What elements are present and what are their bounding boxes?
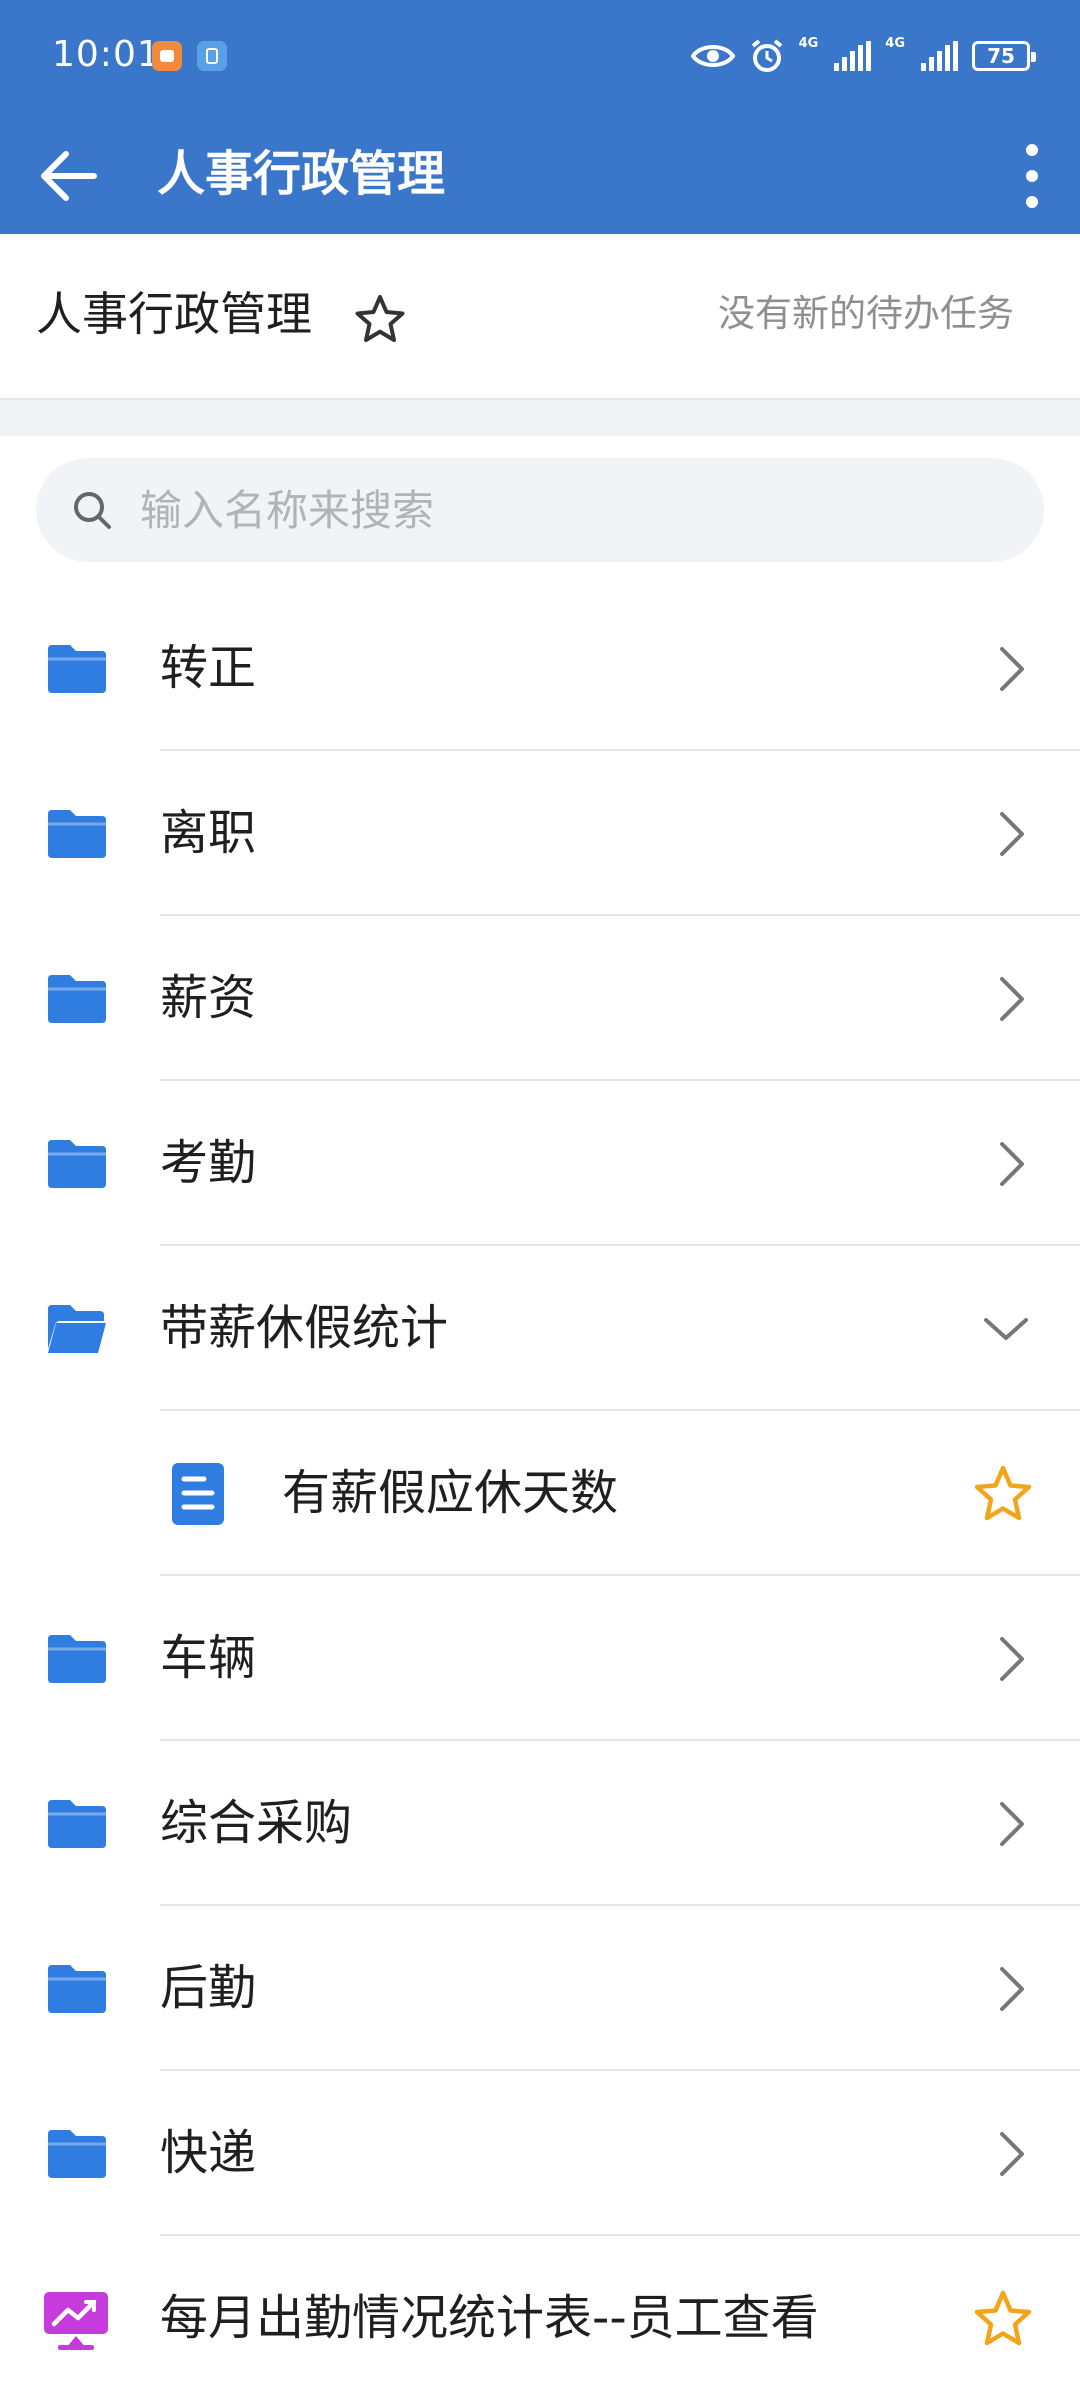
chevron-down-icon	[984, 1318, 1028, 1340]
category-list: 转正 离职 薪资 考勤 带薪休假统计 有薪假应休天数 车辆 综合采购 后勤 快递…	[0, 586, 1080, 2401]
page-title: 人事行政管理	[157, 146, 446, 202]
alarm-icon	[751, 39, 782, 72]
chevron-right-icon	[1000, 977, 1024, 1021]
list-item-label: 综合采购	[160, 1795, 353, 1851]
list-item-label: 带薪休假统计	[160, 1300, 449, 1356]
battery-icon: 75	[972, 41, 1036, 71]
section-title: 人事行政管理	[36, 287, 312, 341]
list-item-lizhi[interactable]: 离职	[0, 751, 1080, 916]
more-vertical-icon[interactable]	[1002, 136, 1062, 216]
star-icon[interactable]	[972, 1463, 1034, 1525]
app-bar: 人事行政管理	[0, 118, 1080, 234]
list-item-label: 快递	[160, 2125, 257, 2181]
folder-icon	[48, 2130, 106, 2178]
signal-icon	[834, 41, 872, 71]
section-header: 人事行政管理 没有新的待办任务	[0, 234, 1080, 400]
list-item-label: 薪资	[160, 970, 257, 1026]
chevron-right-icon	[1000, 2132, 1024, 2176]
chevron-right-icon	[1000, 1142, 1024, 1186]
app-badge-icon	[197, 41, 227, 71]
header-bar: 10:01 4G 4G 75 人事行政管理	[0, 0, 1080, 234]
list-item-label: 考勤	[160, 1135, 257, 1191]
folder-open-icon	[48, 1305, 106, 1353]
search-bar	[36, 458, 1044, 562]
list-item-label: 转正	[160, 640, 257, 696]
list-item-procurement[interactable]: 综合采购	[0, 1741, 1080, 1906]
chevron-right-icon	[1000, 1637, 1024, 1681]
list-item-logistics[interactable]: 后勤	[0, 1906, 1080, 2071]
list-item-paid-leave-days[interactable]: 有薪假应休天数	[0, 1411, 1080, 1576]
star-icon[interactable]	[972, 2288, 1034, 2350]
network-type-1: 4G	[798, 36, 819, 51]
folder-icon	[48, 1140, 106, 1188]
status-indicators: 4G 4G 75	[690, 36, 1036, 76]
eye-icon	[690, 45, 735, 67]
list-item-label: 后勤	[160, 1960, 257, 2016]
star-outline-icon[interactable]	[352, 292, 408, 348]
chevron-right-icon	[1000, 1967, 1024, 2011]
status-bar: 10:01 4G 4G 75	[0, 0, 1080, 118]
list-item-xinzi[interactable]: 薪资	[0, 916, 1080, 1081]
list-item-express[interactable]: 快递	[0, 2071, 1080, 2236]
chevron-right-icon	[1000, 812, 1024, 856]
folder-icon	[48, 1635, 106, 1683]
report-chart-icon	[44, 2292, 108, 2350]
folder-icon	[48, 975, 106, 1023]
status-time: 10:01	[52, 34, 161, 75]
chevron-right-icon	[1000, 647, 1024, 691]
pending-tasks-text[interactable]: 没有新的待办任务	[718, 288, 1014, 340]
search-input[interactable]	[140, 458, 1000, 562]
document-icon	[172, 1463, 224, 1525]
folder-icon	[48, 810, 106, 858]
network-type-2: 4G	[885, 36, 905, 51]
section-divider	[0, 400, 1080, 436]
list-item-cheliang[interactable]: 车辆	[0, 1576, 1080, 1741]
list-item-label: 离职	[160, 805, 257, 861]
chevron-right-icon	[1000, 1802, 1024, 1846]
list-item-paid-leave-stats[interactable]: 带薪休假统计	[0, 1246, 1080, 1411]
arrow-left-icon[interactable]	[34, 142, 102, 210]
list-item-label: 有薪假应休天数	[282, 1465, 619, 1521]
app-notification-icon	[152, 41, 182, 71]
list-item-monthly-attendance-report[interactable]: 每月出勤情况统计表--员工查看	[0, 2236, 1080, 2401]
list-item-label: 每月出勤情况统计表--员工查看	[160, 2290, 819, 2346]
folder-icon	[48, 645, 106, 693]
battery-level: 75	[987, 44, 1015, 68]
list-item-kaoqin[interactable]: 考勤	[0, 1081, 1080, 1246]
signal-icon	[921, 41, 958, 71]
list-item-zhuanzheng[interactable]: 转正	[0, 586, 1080, 751]
search-icon	[74, 492, 111, 529]
folder-icon	[48, 1800, 106, 1848]
folder-icon	[48, 1965, 106, 2013]
list-item-label: 车辆	[160, 1630, 257, 1686]
